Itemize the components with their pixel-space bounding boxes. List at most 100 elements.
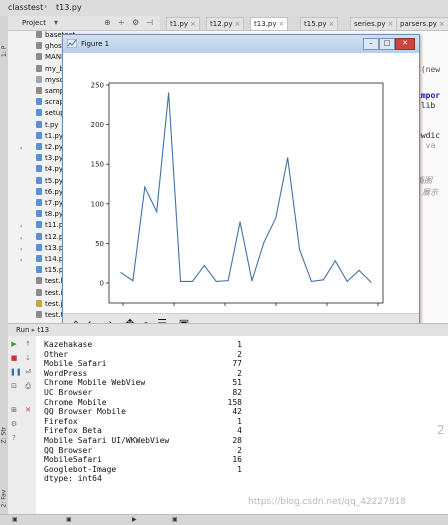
console-line-name: Other [44, 349, 69, 359]
data-point [346, 280, 348, 283]
figure-window[interactable]: Figure 1 – □ ✕ 050100150200250 ⌂ ← → ✥ ⌕… [62, 34, 420, 336]
y-tick-label: 200 [91, 121, 104, 129]
help-icon[interactable]: ? [10, 434, 18, 442]
y-tick-label: 250 [91, 82, 104, 90]
file-item[interactable]: t6.py [36, 187, 64, 199]
file-item[interactable]: t1.py [36, 131, 63, 143]
figure-title-bar[interactable]: Figure 1 – □ ✕ [63, 35, 419, 53]
file-icon [36, 311, 42, 318]
console-output[interactable]: Kazehakase 1 Other 2 Mobile Safari 77 WordPres… [36, 336, 448, 514]
run-tab[interactable]: ▶ [132, 516, 137, 523]
scroll-up-icon[interactable]: ↑ [24, 340, 32, 348]
rerun-icon[interactable]: ▶ [10, 340, 18, 348]
soft-wrap-icon[interactable]: ⏎ [24, 368, 32, 376]
pin-icon[interactable]: ⊞ [10, 406, 18, 414]
delete-icon[interactable]: ✕ [24, 406, 32, 414]
file-item[interactable]: t4.py [36, 165, 63, 176]
stop-icon[interactable]: ■ [10, 354, 18, 362]
tab-5[interactable]: parsers.py × [396, 17, 448, 30]
file-icon [36, 176, 42, 184]
file-item[interactable]: t.py [36, 120, 59, 132]
data-point [168, 92, 170, 94]
tab-close-icon[interactable]: × [234, 20, 240, 28]
tab-4[interactable]: series.py × [350, 17, 398, 30]
chevron-right-icon[interactable]: › [20, 223, 22, 230]
file-name: t2.py [45, 143, 64, 151]
side-number: 2 [437, 423, 445, 437]
data-point [227, 280, 229, 282]
breadcrumb-file[interactable]: t13.py [56, 3, 82, 12]
file-item[interactable]: t2.py [36, 143, 63, 154]
close-icon[interactable]: ✕ [395, 38, 415, 50]
console-line-name: WordPress [44, 368, 88, 378]
window-app-icon [67, 39, 77, 48]
console-line-name: UC Browser [44, 388, 93, 397]
target-icon[interactable]: ⊕ [104, 18, 111, 27]
file-item[interactable]: t8.py [36, 210, 63, 221]
console-line-name: MobileSafari [44, 455, 102, 465]
data-point [287, 157, 289, 159]
file-icon [36, 53, 42, 61]
chevron-down-icon[interactable]: ▾ [54, 18, 58, 27]
debug-icon[interactable]: ⊡ [10, 382, 18, 390]
tab-close-icon[interactable]: × [278, 20, 284, 28]
console-line-name: Firefox [44, 416, 78, 426]
file-icon [36, 210, 42, 218]
tab-close-icon[interactable]: × [439, 20, 445, 28]
tab-close-icon[interactable]: × [388, 20, 394, 28]
chevron-right-icon[interactable]: › [20, 145, 22, 152]
data-point [370, 281, 372, 283]
data-point [179, 280, 182, 283]
chevron-right-icon[interactable]: › [20, 235, 22, 242]
tab-close-icon[interactable]: × [328, 20, 334, 28]
tab-close-icon[interactable]: × [190, 20, 196, 28]
tab-label: t15.py [304, 20, 327, 28]
run-config-name[interactable]: t13 [37, 326, 49, 334]
tab-1[interactable]: t12.py × [206, 17, 245, 30]
hide-panel-icon[interactable]: ⊣ [146, 18, 153, 27]
tab-3[interactable]: t15.py × [300, 17, 339, 30]
project-panel-title[interactable]: Project [22, 19, 46, 27]
chevron-right-icon[interactable]: › [20, 246, 22, 253]
tab-label: parsers.py [400, 20, 437, 28]
console-line-name: Chrome Mobile [44, 397, 107, 407]
pause-icon[interactable]: ❚❚ [10, 368, 22, 376]
breadcrumb-project[interactable]: classtest [8, 3, 43, 12]
data-point [298, 249, 301, 251]
todo-tab[interactable]: ▣ [172, 516, 178, 523]
terminal-tab[interactable]: ▣ [12, 516, 18, 523]
file-item[interactable]: t7.py [36, 199, 63, 210]
console-line-value: 4 [237, 426, 242, 436]
run-panel-header: Run ▸ t13 [8, 323, 448, 337]
favorites-tool-button[interactable]: 2: Fav [1, 476, 8, 508]
maximize-icon[interactable]: □ [379, 38, 395, 50]
y-tick-label: 50 [95, 240, 104, 248]
collapse-icon[interactable]: ÷ [118, 18, 125, 27]
data-point [132, 280, 134, 282]
settings-icon[interactable]: ⚙ [10, 420, 18, 428]
bottom-tool-bar: ▣ ▣ ▶ ▣ [0, 514, 448, 525]
run-panel-title: Run ▸ t13 [16, 326, 49, 334]
file-name: t6.py [45, 187, 64, 196]
file-item[interactable]: t5.py [36, 176, 63, 188]
console-line-name: QQ Browser Mobile [44, 407, 126, 417]
gear-icon[interactable]: ⚙ [132, 18, 139, 27]
file-icon [36, 131, 42, 139]
file-icon [36, 187, 42, 195]
console-line-value: 82 [232, 388, 242, 397]
tab-label: t12.py [210, 20, 233, 28]
minimize-icon[interactable]: – [363, 38, 379, 50]
plot-canvas[interactable]: 0 50 100 150 200 250 [63, 53, 419, 313]
print-icon[interactable]: ⎙ [24, 382, 32, 390]
python-console-tab[interactable]: ▣ [66, 516, 72, 523]
tab-label: series.py [354, 20, 386, 28]
structure-tool-button[interactable]: Z: Str [1, 412, 8, 444]
tab-2[interactable]: t13.py × [250, 17, 289, 30]
chevron-right-icon[interactable]: › [20, 257, 22, 264]
file-item[interactable]: t3.py [36, 154, 63, 165]
data-point [310, 280, 313, 283]
tab-0[interactable]: t1.py × [166, 17, 200, 30]
file-icon [36, 266, 42, 274]
file-icon [36, 120, 42, 128]
scroll-down-icon[interactable]: ↓ [24, 354, 32, 362]
